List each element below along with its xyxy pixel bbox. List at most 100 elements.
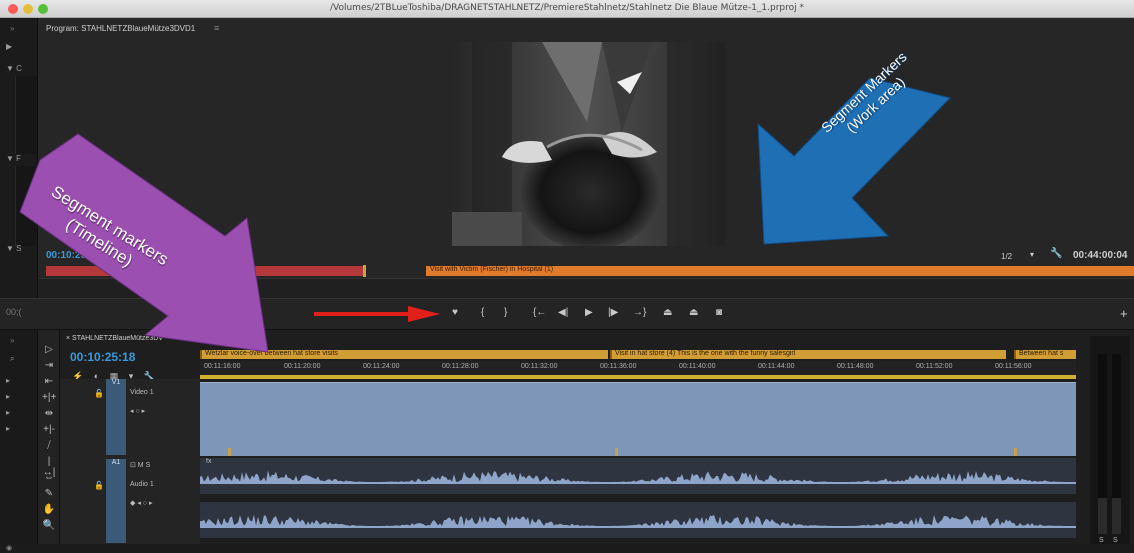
razor-tool-alt[interactable]: +|- [42, 424, 56, 435]
work-area-marker-bar[interactable] [46, 266, 364, 276]
go-to-in-button[interactable]: {← [533, 307, 546, 318]
ruler-tick-label: 00:11:36:00 [600, 363, 637, 370]
mark-out-button[interactable]: } [504, 307, 507, 318]
ruler-tick-label: 00:11:44:00 [758, 363, 795, 370]
segment-marker[interactable]: Visit in hat store (4) This is the one w… [610, 350, 1006, 359]
marker-handle[interactable] [363, 265, 366, 277]
window-title: /Volumes/2TBLueToshiba/DRAGNETSTAHLNETZ/… [329, 3, 805, 13]
solo-left-button[interactable]: S [1099, 537, 1104, 544]
selection-tool[interactable]: ▷ [42, 344, 56, 355]
ruler-tick-label: 00:11:52:00 [916, 363, 953, 370]
play-button[interactable]: ▶ [585, 307, 593, 318]
panel-toggle-c[interactable]: ▼ C [6, 64, 22, 73]
track-id-label: V1 [111, 379, 121, 386]
video-clip[interactable] [200, 382, 1076, 456]
add-marker-button[interactable]: ♥ [452, 307, 458, 318]
program-monitor-header: Program: STAHLNETZBlaueMütze3DVD1 ≡ [38, 18, 1134, 40]
collapsed-panel [15, 76, 37, 154]
audio-keyframe-controls[interactable]: ◆ ◂ ○ ▸ [130, 499, 152, 507]
ruler-tick-label: 00:11:20:00 [284, 363, 321, 370]
audio-clip[interactable] [200, 502, 1076, 538]
clip-marker [615, 448, 618, 456]
timeline-playhead-timecode[interactable]: 00:10:25:18 [70, 350, 135, 364]
lock-icon[interactable]: 🔓 [94, 481, 104, 490]
ruler-tick-label: 00:11:40:00 [679, 363, 716, 370]
segment-marker[interactable]: Wetzlar voice-over between hat store vis… [200, 350, 608, 359]
rate-stretch-tool[interactable]: ⇹ [42, 408, 56, 419]
export-frame-button[interactable]: ◙ [716, 307, 722, 318]
panel-toggle-s[interactable]: ▼ S [6, 244, 21, 253]
zoom-tool[interactable]: 🔍 [42, 520, 56, 531]
status-bar: ◉ [0, 544, 1134, 553]
expand-panels-icon[interactable]: » [10, 24, 14, 33]
lock-icon[interactable]: 🔓 [94, 389, 104, 398]
waveform-path [200, 470, 1076, 484]
solo-right-button[interactable]: S [1113, 537, 1118, 544]
segment-marker-label: Visit with Victim (Fischer) in Hospital … [430, 266, 554, 273]
ruler-tick-label: 00:11:56:00 [995, 363, 1032, 370]
audio-track-buttons[interactable]: ⊡ M S [130, 461, 150, 469]
clip-marker [228, 448, 231, 456]
program-monitor-title[interactable]: Program: STAHLNETZBlaueMütze3DVD1 [46, 24, 195, 33]
track-target-a1[interactable]: A1 [106, 459, 126, 543]
lift-button[interactable]: ⏏ [663, 307, 672, 318]
slide-tool[interactable]: ⇔ [42, 472, 56, 483]
mark-in-button[interactable]: { [481, 307, 484, 318]
window-titlebar: /Volumes/2TBLueToshiba/DRAGNETSTAHLNETZ/… [0, 0, 1134, 18]
step-back-button[interactable]: ◀| [558, 307, 568, 318]
go-to-out-button[interactable]: →} [633, 307, 646, 318]
track-name-video: Video 1 [130, 389, 154, 396]
work-area-bar[interactable] [200, 375, 1076, 379]
ripple-edit-tool[interactable]: ⇤ [42, 376, 56, 387]
track-target-v1[interactable]: V1 [106, 379, 126, 455]
rolling-edit-tool[interactable]: +|+ [42, 392, 56, 403]
track-id-label: A1 [111, 459, 121, 466]
audio-waveform [200, 514, 1076, 528]
search-icon[interactable]: ⌕ [10, 354, 14, 364]
meter-right [1112, 354, 1121, 534]
panel-toggle-f[interactable]: ▼ F [6, 154, 21, 163]
keyframe-controls[interactable]: ◂ ○ ▸ [130, 407, 145, 415]
clip-marker [1014, 448, 1017, 456]
ruler-tick-label: 00:11:48:00 [837, 363, 874, 370]
step-forward-button[interactable]: |▶ [608, 307, 618, 318]
timeline-ruler[interactable]: 00:11:16:00 00:11:20:00 00:11:24:00 00:1… [200, 361, 1076, 375]
program-monitor: Program: STAHLNETZBlaueMütze3DVD1 ≡ 00:1… [38, 18, 1134, 298]
audio-clip[interactable]: fx [200, 458, 1076, 494]
video-preview[interactable] [452, 42, 726, 246]
sequence-tab[interactable]: × STAHLNETZBlaueMütze3DV [66, 335, 163, 342]
segment-marker-label: Wetzlar voice-over between hat store vis… [205, 350, 338, 357]
panel-menu-icon[interactable]: ≡ [214, 23, 219, 33]
segment-marker[interactable]: Between hat s [1014, 350, 1076, 359]
wrench-icon[interactable]: 🔧 [1050, 248, 1062, 259]
segment-marker-label: Between hat s [1019, 350, 1064, 357]
chevron-down-icon[interactable]: ▾ [1030, 250, 1034, 259]
panel-marker: ▸ [6, 408, 11, 417]
panel-marker: ▸ [6, 376, 11, 385]
tools-panel: ▷ ⇥ ⇤ +|+ ⇹ +|- ⧸ |↔| ⇔ ✎ ✋ 🔍 [38, 330, 60, 544]
transport-controls: 00;( ♥ { } {← ◀| ▶ |▶ →} ⏏ ⏏ ◙ + [0, 298, 1134, 330]
left-panel-strip: » ▶ ▼ C ▼ F ▼ S [0, 18, 38, 298]
sequence-duration-timecode: 00:44:00:04 [1073, 250, 1128, 261]
razor-tool[interactable]: ⧸ [42, 440, 56, 451]
program-time-ruler[interactable] [38, 278, 1134, 298]
status-icon: ◉ [6, 545, 13, 552]
playback-resolution-select[interactable]: 1/2 [1001, 252, 1012, 261]
meter-left [1098, 354, 1107, 534]
button-editor-plus-icon[interactable]: + [1120, 306, 1128, 321]
extract-button[interactable]: ⏏ [689, 307, 698, 318]
expand-panels-icon[interactable]: » [10, 336, 14, 345]
work-area-segment-marker[interactable]: Visit with Victim (Fischer) in Hospital … [426, 266, 1134, 276]
ruler-tick-label: 00:11:32:00 [521, 363, 558, 370]
program-playhead-timecode[interactable]: 00:10:25:18 [46, 250, 100, 261]
panel-marker: ▸ [6, 392, 11, 401]
track-select-tool[interactable]: ⇥ [42, 360, 56, 371]
panel-toggle-1[interactable]: ▶ [6, 42, 12, 51]
video-frame-image [452, 42, 726, 246]
ruler-tick-label: 00:11:24:00 [363, 363, 400, 370]
hand-tool[interactable]: ✋ [42, 504, 56, 515]
audio-meters: S S [1090, 336, 1130, 544]
track-headers: 🔓 V1 Video 1 ◂ ○ ▸ ⊡ M S 🔓 A1 Audio 1 ◆ … [60, 379, 200, 544]
timeline-area: » ⌕ ▸ ▸ ▸ ▸ ▷ ⇥ ⇤ +|+ ⇹ +|- ⧸ |↔| ⇔ ✎ ✋ … [0, 330, 1134, 553]
pen-tool[interactable]: ✎ [42, 488, 56, 499]
